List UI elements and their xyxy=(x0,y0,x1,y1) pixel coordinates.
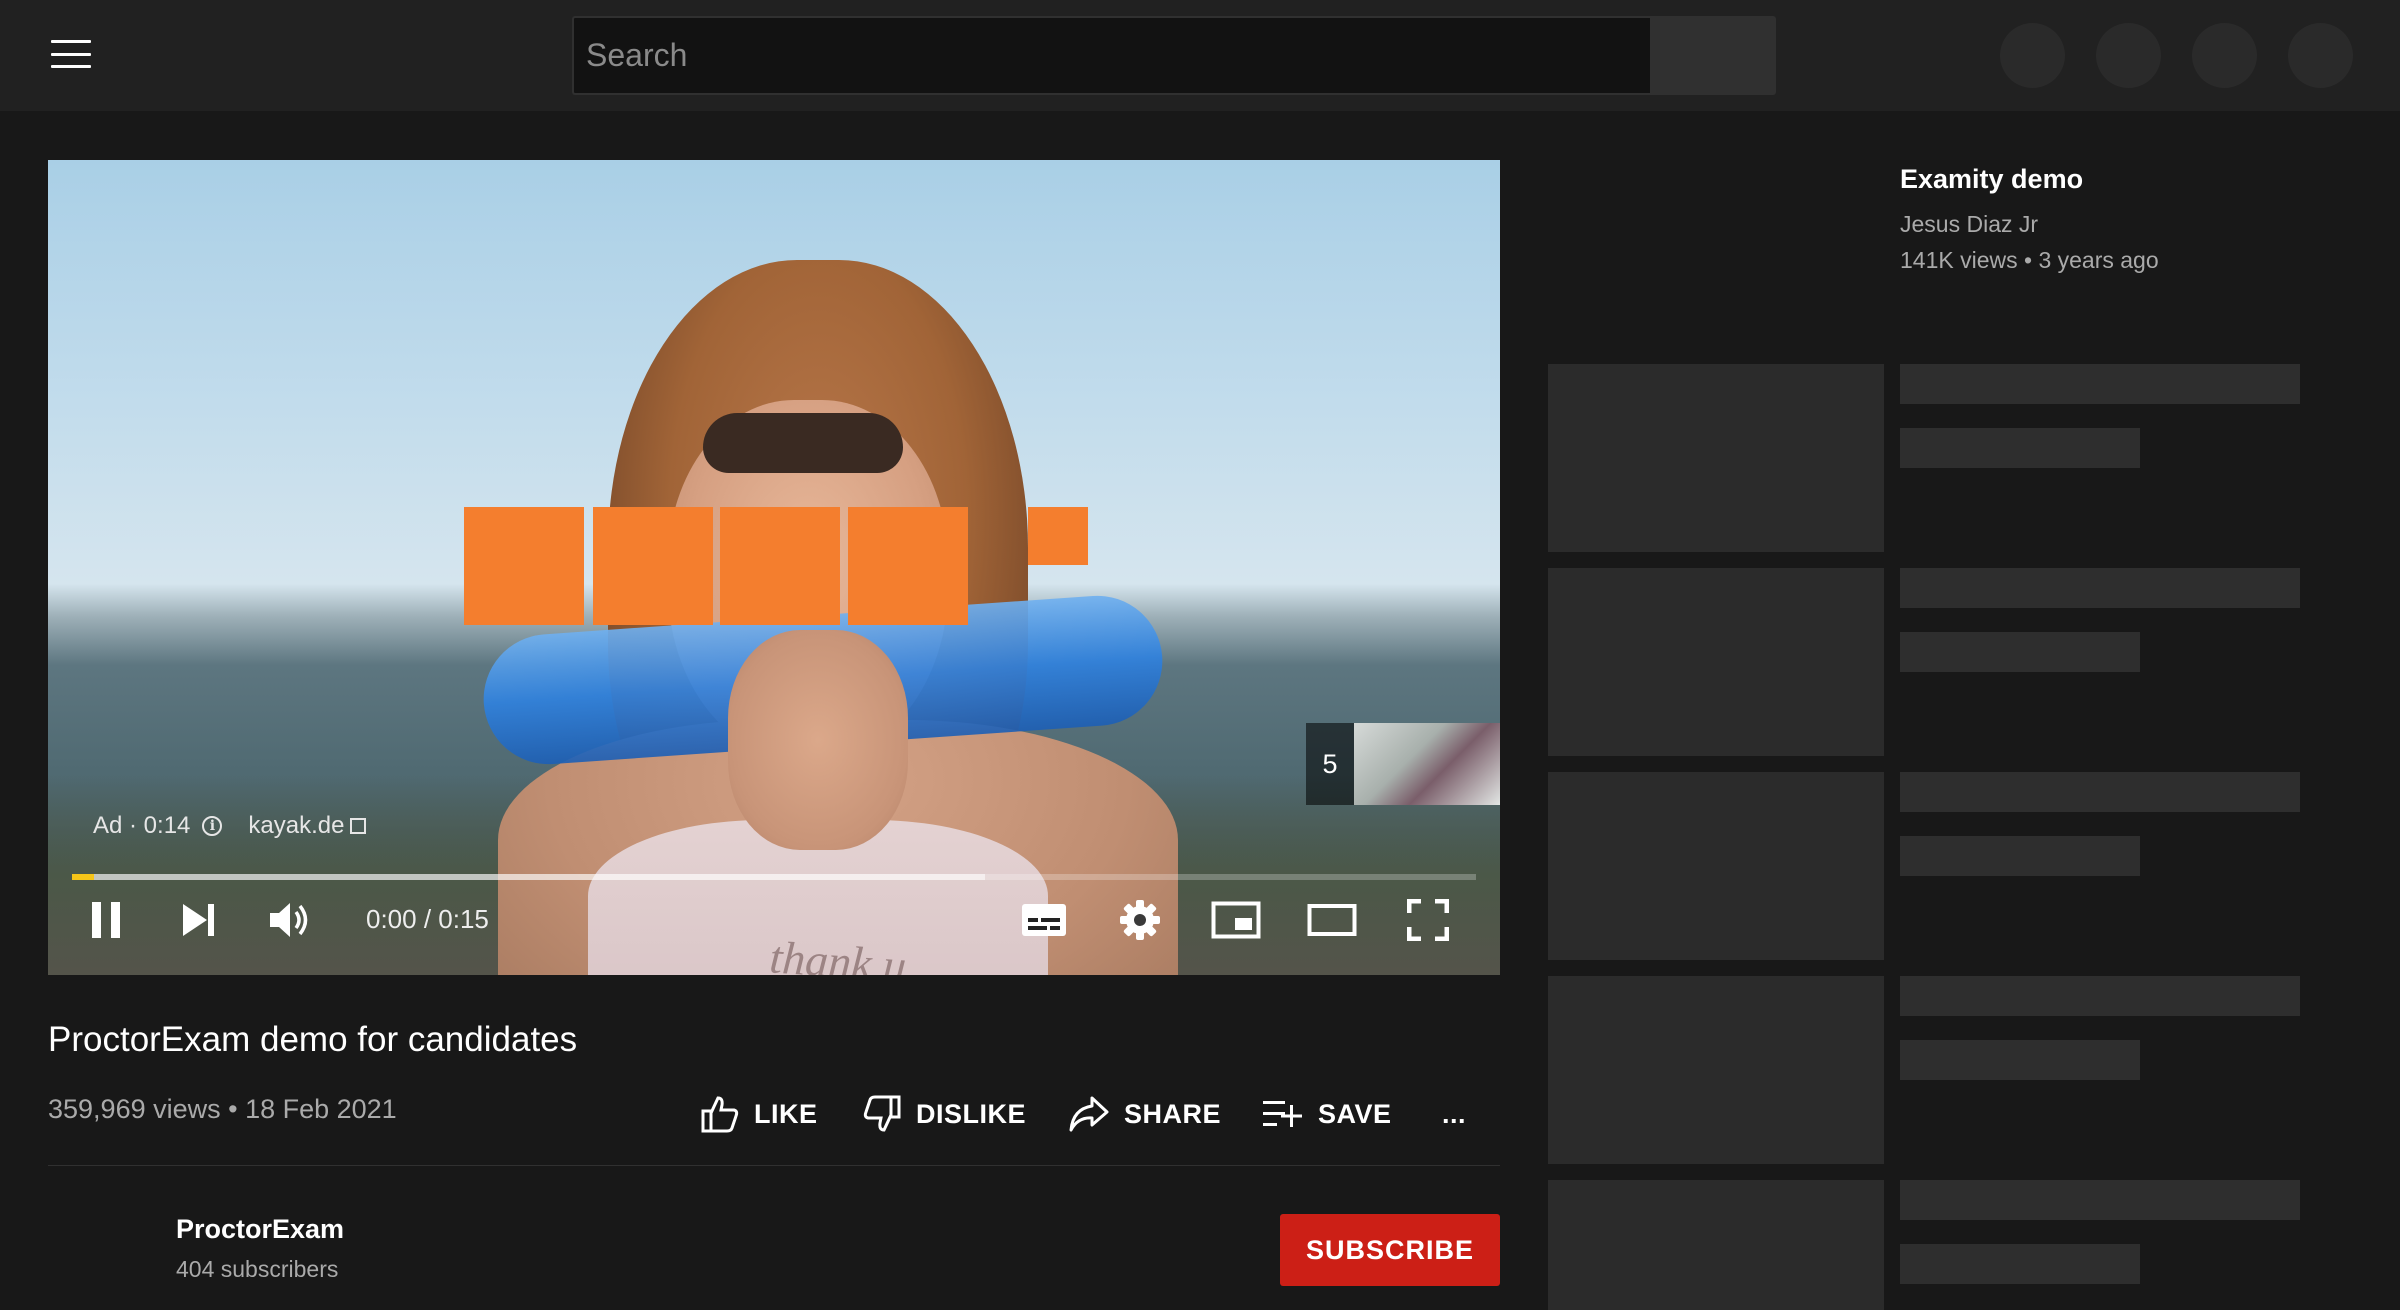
placeholder-line xyxy=(1900,836,2140,876)
save-button[interactable]: SAVE xyxy=(1262,1090,1392,1138)
video-player[interactable]: thank u 5 Ad · 0:14 i kayak.de 0:00 / 0:… xyxy=(48,160,1500,975)
subtitles-icon[interactable] xyxy=(1012,888,1076,952)
placeholder-line xyxy=(1900,632,2140,672)
placeholder-thumbnail xyxy=(1548,364,1884,552)
channel-name[interactable]: ProctorExam xyxy=(176,1214,344,1245)
progress-played xyxy=(72,874,95,880)
skip-countdown: 5 xyxy=(1322,749,1338,779)
share-icon xyxy=(1069,1096,1109,1132)
thumbs-up-icon xyxy=(701,1096,739,1133)
placeholder-thumbnail xyxy=(1548,976,1884,1164)
divider xyxy=(48,1165,1500,1166)
dislike-button[interactable]: DISLIKE xyxy=(862,1090,1026,1138)
settings-gear-icon[interactable] xyxy=(1108,888,1172,952)
placeholder-line xyxy=(1900,1040,2140,1080)
progress-bar[interactable] xyxy=(72,874,1476,880)
topbar-button-1[interactable] xyxy=(2000,23,2065,88)
placeholder-thumbnail xyxy=(1548,1180,1884,1310)
share-button[interactable]: SHARE xyxy=(1068,1090,1221,1138)
placeholder-line xyxy=(1900,428,2140,468)
fullscreen-icon[interactable] xyxy=(1396,888,1460,952)
masthead xyxy=(0,0,2400,111)
placeholder-line xyxy=(1900,1244,2140,1284)
placeholder-line xyxy=(1900,772,2300,812)
video-meta: 359,969 views • 18 Feb 2021 xyxy=(48,1094,397,1124)
placeholder-thumbnail xyxy=(1548,568,1884,756)
recommended-meta: 141K views • 3 years ago xyxy=(1900,247,2159,273)
search-button[interactable] xyxy=(1650,16,1776,95)
ad-label: Ad · 0:14 xyxy=(93,812,191,839)
next-icon[interactable] xyxy=(166,888,230,952)
info-icon[interactable]: i xyxy=(202,816,223,836)
miniplayer-icon[interactable] xyxy=(1204,888,1268,952)
advertiser-link[interactable]: kayak.de xyxy=(248,812,367,840)
more-icon: ... xyxy=(1442,1098,1467,1129)
placeholder-thumbnail xyxy=(1548,772,1884,960)
placeholder-line xyxy=(1900,364,2300,404)
external-link-icon xyxy=(350,818,367,834)
topbar-button-3[interactable] xyxy=(2192,23,2257,88)
thumbs-down-icon xyxy=(863,1095,901,1132)
placeholder-line xyxy=(1900,976,2300,1016)
progress-buffered xyxy=(72,874,985,880)
theater-mode-icon[interactable] xyxy=(1300,888,1364,952)
ad-skip-preview[interactable]: 5 xyxy=(1306,723,1500,805)
share-label: SHARE xyxy=(1124,1098,1222,1129)
video-title: ProctorExam demo for candidates xyxy=(48,1020,578,1059)
subscriber-count: 404 subscribers xyxy=(176,1256,339,1282)
recommended-title[interactable]: Examity demo xyxy=(1900,164,2083,195)
hamburger-menu-icon[interactable] xyxy=(46,36,96,72)
time-display: 0:00 / 0:15 xyxy=(366,904,489,934)
advertiser-link-text: kayak.de xyxy=(248,812,345,839)
playlist-add-icon xyxy=(1263,1101,1302,1127)
ad-info: Ad · 0:14 i kayak.de xyxy=(93,812,367,840)
recommended-channel: Jesus Diaz Jr xyxy=(1900,211,2039,237)
ad-preview-thumbnail xyxy=(1354,723,1500,805)
like-button[interactable]: LIKE xyxy=(700,1090,818,1138)
more-actions-button[interactable]: ... xyxy=(1442,1090,1466,1138)
subscribe-button[interactable]: SUBSCRIBE xyxy=(1280,1214,1500,1286)
avatar[interactable] xyxy=(2288,23,2353,88)
dislike-label: DISLIKE xyxy=(916,1098,1027,1129)
volume-icon[interactable] xyxy=(258,888,322,952)
save-label: SAVE xyxy=(1318,1098,1392,1129)
search-input[interactable] xyxy=(572,16,1650,95)
pause-icon[interactable] xyxy=(74,888,138,952)
player-controls: 0:00 / 0:15 xyxy=(48,888,1500,975)
like-label: LIKE xyxy=(754,1098,818,1129)
placeholder-line xyxy=(1900,1180,2300,1220)
topbar-button-2[interactable] xyxy=(2096,23,2161,88)
placeholder-line xyxy=(1900,568,2300,608)
